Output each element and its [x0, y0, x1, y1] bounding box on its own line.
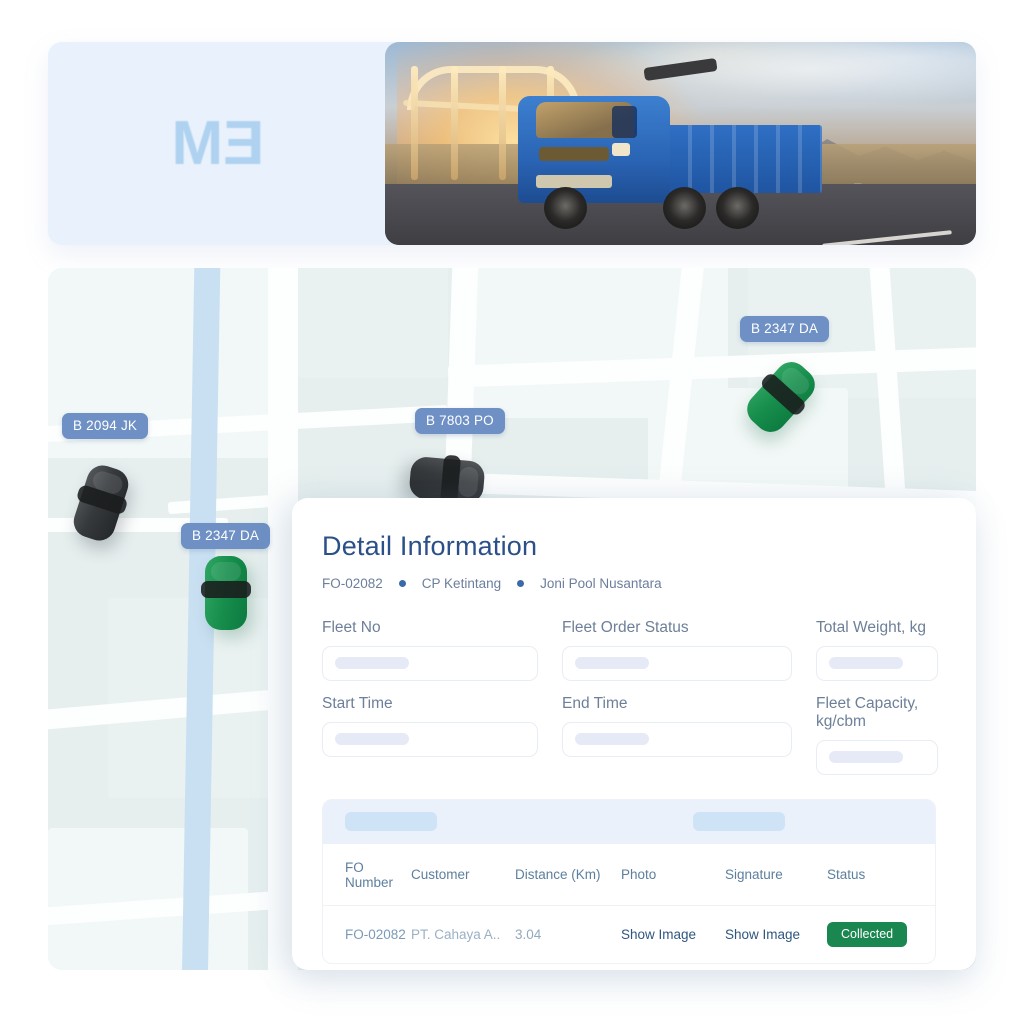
field-label: Start Time	[322, 694, 393, 712]
col-header-signature[interactable]: Signature	[725, 844, 827, 906]
breadcrumb-item-pool[interactable]: Joni Pool Nusantara	[540, 576, 662, 591]
loading-skeleton	[575, 657, 649, 670]
vehicle-label[interactable]: B 2094 JK	[62, 413, 149, 439]
col-header-fo-number[interactable]: FO Number	[323, 844, 411, 906]
gantry-leg	[450, 66, 458, 181]
loading-skeleton	[829, 657, 903, 670]
page-title: Detail Information	[322, 531, 538, 561]
table-row[interactable]: FO-02082 PT. Cahaya A.. 3.04 Show Image …	[323, 905, 935, 963]
toolbar-skeleton	[345, 812, 437, 832]
table-toolbar	[323, 799, 935, 844]
total-weight-input[interactable]	[816, 645, 938, 681]
field-fleet-capacity: Fleet Capacity, kg/cbm	[816, 695, 938, 775]
truck-wheel	[544, 186, 588, 229]
vehicle-marker-dark[interactable]	[408, 455, 486, 505]
field-fleet-order-status: Fleet Order Status	[562, 619, 792, 681]
field-total-weight: Total Weight, kg	[816, 619, 938, 681]
brand-logo: M E	[48, 42, 388, 245]
vehicle-marker-dark[interactable]	[69, 461, 133, 545]
logo-wordmark: M E	[171, 108, 265, 178]
truck-illustration	[491, 58, 823, 229]
truck-side-window	[612, 106, 637, 139]
show-signature-link[interactable]: Show Image	[725, 905, 827, 963]
field-start-time: Start Time	[322, 695, 538, 775]
col-header-distance[interactable]: Distance (Km)	[515, 844, 621, 906]
breadcrumb-separator-dot	[517, 579, 525, 587]
field-end-time: End Time	[562, 695, 792, 775]
fleet-capacity-input[interactable]	[816, 739, 938, 775]
table-body: FO-02082 PT. Cahaya A.. 3.04 Show Image …	[323, 905, 935, 963]
show-photo-link[interactable]: Show Image	[621, 905, 725, 963]
vehicle-marker-green[interactable]	[201, 556, 251, 630]
truck-headlight	[612, 142, 631, 156]
field-label: Fleet Capacity, kg/cbm	[816, 694, 919, 730]
field-label: Fleet No	[322, 618, 381, 636]
fleet-order-status-input[interactable]	[562, 645, 792, 681]
vehicle-label[interactable]: B 2347 DA	[181, 523, 271, 549]
start-time-input[interactable]	[322, 721, 538, 757]
road-marking	[822, 230, 953, 245]
header-card: M E	[48, 42, 976, 245]
map-block	[298, 268, 448, 378]
fleet-no-input[interactable]	[322, 645, 538, 681]
fleet-order-table: FO Number Customer Distance (Km) Photo S…	[322, 798, 936, 964]
col-header-status[interactable]: Status	[827, 844, 935, 906]
field-label: Total Weight, kg	[816, 618, 926, 636]
truck-bumper	[536, 174, 613, 188]
cell-fo-number: FO-02082	[345, 926, 406, 942]
loading-skeleton	[575, 733, 649, 746]
cell-customer: PT. Cahaya A..	[411, 926, 501, 942]
table-head: FO Number Customer Distance (Km) Photo S…	[323, 844, 935, 906]
orders-table: FO Number Customer Distance (Km) Photo S…	[323, 844, 935, 963]
vehicle-roof	[210, 561, 242, 582]
detail-form: Fleet No Fleet Order Status Total Weight…	[322, 619, 938, 775]
breadcrumb-item-location[interactable]: CP Ketintang	[422, 576, 501, 591]
cell-distance: 3.04	[515, 926, 542, 942]
field-fleet-no: Fleet No	[322, 619, 538, 681]
breadcrumb-item-fo[interactable]: FO-02082	[322, 576, 383, 591]
truck-grille	[539, 147, 610, 161]
table-header-row: FO Number Customer Distance (Km) Photo S…	[323, 844, 935, 906]
cell-status: Collected	[827, 905, 935, 963]
status-badge: Collected	[827, 921, 908, 947]
vehicle-label[interactable]: B 2347 DA	[740, 316, 830, 342]
breadcrumb: FO-02082 CP Ketintang Joni Pool Nusantar…	[322, 576, 938, 591]
end-time-input[interactable]	[562, 721, 792, 757]
breadcrumb-separator-dot	[398, 579, 406, 587]
vehicle-roof	[90, 468, 125, 497]
col-header-customer[interactable]: Customer	[411, 844, 515, 906]
logo-letter-m: M	[171, 108, 223, 178]
col-header-photo[interactable]: Photo	[621, 844, 725, 906]
logo-letter-reversed-e: E	[224, 108, 265, 178]
truck-wheel	[716, 186, 760, 229]
hero-truck-photo	[385, 42, 976, 245]
app-root: M E B 2094 JK B 7803 PO B 2347 DA B 2347…	[0, 0, 1024, 1024]
truck-bed-slats	[643, 124, 823, 194]
gantry-leg	[410, 66, 418, 181]
vehicle-roof	[457, 465, 480, 498]
detail-information-card: Detail Information FO-02082 CP Ketintang…	[292, 498, 976, 970]
toolbar-skeleton	[693, 812, 785, 832]
truck-wheel	[663, 186, 707, 229]
loading-skeleton	[335, 657, 409, 670]
vehicle-label[interactable]: B 7803 PO	[415, 408, 505, 434]
truck-cab	[517, 95, 671, 203]
field-label: Fleet Order Status	[562, 618, 689, 636]
loading-skeleton	[829, 751, 903, 764]
loading-skeleton	[335, 733, 409, 746]
field-label: End Time	[562, 694, 628, 712]
